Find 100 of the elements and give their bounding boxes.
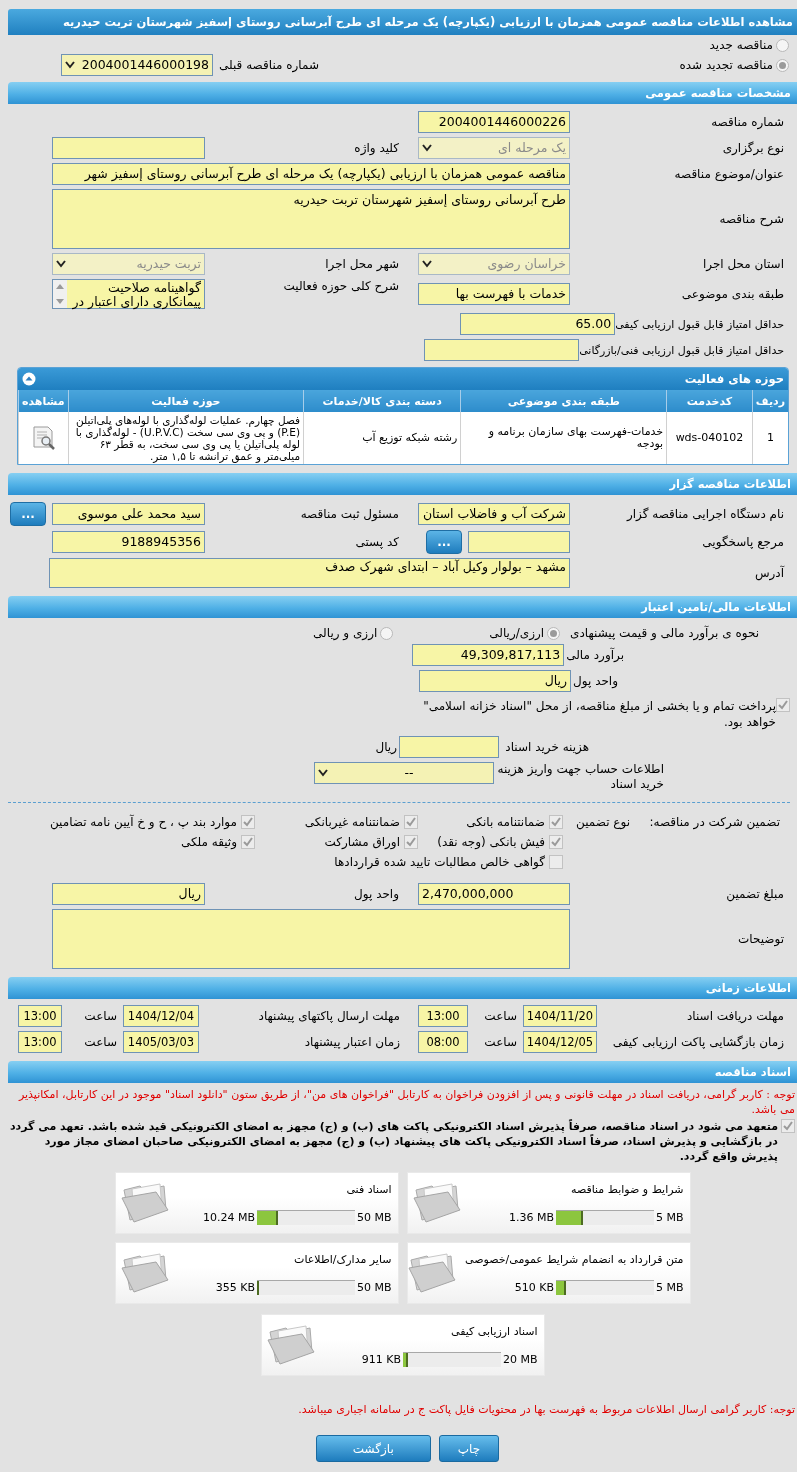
text-field[interactable]: سید محمد علی موسوی — [52, 503, 205, 525]
field-label: کلید واژه — [353, 141, 400, 155]
size-limit: 5 MB — [655, 1281, 684, 1294]
field-label: عنوان/موضوع مناقصه — [673, 167, 785, 181]
text-field[interactable] — [399, 736, 499, 758]
text-field[interactable] — [468, 531, 570, 553]
checkbox[interactable] — [776, 698, 790, 712]
field-label: نام دستگاه اجرایی مناقصه گزار — [625, 507, 785, 521]
text-field[interactable]: مشهد – بولوار وکیل آباد – ابتدای شهرک صدف — [49, 558, 570, 588]
size-limit: 50 MB — [356, 1211, 392, 1224]
chevron-down-icon — [422, 144, 432, 152]
field-label: مسئول ثبت مناقصه — [299, 507, 400, 521]
time-field[interactable]: 13:00 — [418, 1005, 468, 1027]
table-cell: wds-040102 — [666, 412, 753, 464]
file-name: شرایط و ضوابط مناقصه — [570, 1183, 684, 1196]
section-header: اطلاعات زمانی — [8, 977, 797, 999]
radio-option[interactable]: ارزی و ریالی — [313, 626, 394, 640]
radio-option[interactable]: ارزی/ریالی — [489, 626, 561, 640]
checkbox-option[interactable]: اوراق مشارکت — [324, 835, 418, 849]
size-limit: 20 MB — [502, 1353, 538, 1366]
checkmark-icon — [242, 816, 254, 828]
column-header: طبقه بندی موضوعی — [460, 390, 667, 412]
text-field[interactable] — [424, 339, 580, 361]
checkbox-option[interactable]: ضمانتنامه غیربانکی — [304, 815, 418, 829]
section-header: مشخصات مناقصه عمومی — [8, 82, 797, 104]
checkmark-icon — [782, 1120, 794, 1132]
document-search-icon[interactable] — [30, 423, 57, 450]
field-label: تضمین شرکت در مناقصه: — [648, 815, 780, 829]
text-field[interactable]: ریال — [419, 670, 572, 692]
text-field[interactable]: خدمات با فهرست بها — [418, 283, 570, 305]
checkbox-option[interactable]: گواهی خالص مطالبات تایید شده قراردادها — [334, 855, 563, 869]
lookup-button[interactable]: ... — [10, 502, 46, 526]
file-name: اسناد ارزیابی کیفی — [450, 1325, 538, 1338]
file-name: اسناد فنی — [345, 1183, 392, 1196]
checkmark-icon — [242, 836, 254, 848]
panel-title: حوزه های فعالیت — [684, 372, 784, 386]
text-field[interactable]: 49,309,817,113 — [412, 644, 565, 666]
date-field[interactable]: 1404/12/05 — [523, 1031, 597, 1053]
field-label: نحوه ی برآورد مالی و قیمت پیشنهادی — [570, 626, 760, 640]
text-field[interactable]: 2,470,000,000 — [418, 883, 570, 905]
file-size: 510 KB — [514, 1281, 554, 1294]
text-field[interactable] — [52, 137, 205, 159]
field-label: زمان بازگشایی پاکت ارزیابی کیفی — [611, 1035, 785, 1049]
checkbox[interactable] — [781, 1119, 795, 1133]
field-label: حداقل امتیاز قابل قبول ارزیابی کیفی — [615, 317, 785, 331]
file-size: 355 KB — [215, 1281, 255, 1294]
table-cell: 1 — [752, 412, 788, 464]
date-field[interactable]: 1405/03/03 — [123, 1031, 199, 1053]
text-field[interactable]: 9188945356 — [52, 531, 205, 553]
checkbox-option[interactable]: ضمانتنامه بانکی — [466, 815, 563, 829]
column-header: کدخدمت — [666, 390, 753, 412]
chevron-down-icon — [422, 260, 432, 268]
field-label: واحد پول — [353, 887, 400, 901]
text-area[interactable] — [52, 909, 570, 969]
file-size: 911 KB — [361, 1353, 401, 1366]
text-field[interactable]: مناقصه عمومی همزمان با ارزیابی (یکپارچه) یک مرحله ای طرح آبرسانی روستای إسفیز شهر — [52, 163, 570, 185]
dropdown[interactable]: 2004001446000198 — [61, 54, 213, 76]
field-label: نوع برگزاری — [721, 141, 785, 155]
field-label: ساعت — [83, 1035, 118, 1049]
file-name: متن قرارداد به انضمام شرایط عمومی/خصوصی — [465, 1253, 684, 1266]
column-header: دسته بندی کالا/خدمات — [303, 390, 461, 412]
collapse-icon[interactable] — [22, 372, 36, 386]
field-label: شماره مناقصه قبلی — [219, 58, 320, 72]
column-header: مشاهده — [18, 390, 69, 412]
time-field[interactable]: 08:00 — [418, 1031, 468, 1053]
time-field[interactable]: 13:00 — [18, 1005, 62, 1027]
checkbox-option[interactable]: فیش بانکی (وجه نقد) — [437, 835, 563, 849]
radio-option[interactable]: مناقصه جدید — [679, 38, 789, 52]
scrollbar-icon — [53, 280, 67, 308]
date-field[interactable]: 1404/11/20 — [523, 1005, 597, 1027]
list-box[interactable]: گواهینامه صلاحیت پیمانکاری دارای اعتبار در — [52, 279, 205, 309]
text-field[interactable]: ریال — [52, 883, 205, 905]
field-label: هزینه خرید اسناد — [504, 740, 590, 754]
time-field[interactable]: 13:00 — [18, 1031, 62, 1053]
column-header: ردیف — [752, 390, 788, 412]
field-label: حداقل امتیاز قابل قبول ارزیابی فنی/بازرگانی — [579, 343, 785, 357]
checkbox-option[interactable]: موارد بند پ ، ح و خ آیین نامه تضامین — [49, 815, 255, 829]
text-field[interactable]: شرکت آب و فاضلاب استان — [418, 503, 570, 525]
text-field[interactable]: 2004001446000226 — [418, 111, 570, 133]
dropdown[interactable]: -- — [314, 762, 494, 784]
commitment-text: متعهد می شود در اسناد مناقصه، صرفاً پذیرش اسناد الکترونیکی پاکت های (ب) و (ج) مجهز به امضای الکترونیکی قید شده باشد. تعهد می گردد در بازگشایی و پذیرش اسناد، صرفاً اسناد الکترونیکی پاکت های پیشنهاد (ب) و (ج) مجهز به امضای الکترونیکی صاحبان امضای مجاز مورد پذیرش واقع گردد. — [8, 1119, 778, 1164]
field-label: مبلغ تضمین — [725, 887, 785, 901]
checkmark-icon — [405, 836, 417, 848]
field-label: اطلاعات حساب جهت واریز هزینه خرید اسناد — [496, 762, 665, 792]
checkmark-icon — [777, 699, 789, 711]
text-area[interactable]: طرح آبرسانی روستای إسفیز شهرستان تربت حیدریه — [52, 189, 570, 249]
field-label: کد پستی — [354, 535, 400, 549]
checkbox-option[interactable]: وثیقه ملکی — [180, 835, 255, 849]
field-label: شماره مناقصه — [710, 115, 785, 129]
field-label: شهر محل اجرا — [324, 257, 400, 271]
text-field[interactable]: 65.00 — [460, 313, 616, 335]
field-label: توضیحات — [736, 932, 785, 946]
date-field[interactable]: 1404/12/04 — [123, 1005, 199, 1027]
chevron-down-icon — [65, 61, 75, 69]
page-title: مشاهده اطلاعات مناقصه عمومی همزمان با ارزیابی (یکپارچه) یک مرحله ای طرح آبرسانی روستای إسفیز شهرستان تربت حیدریه — [8, 9, 797, 35]
field-label: شرح مناقصه — [718, 212, 785, 226]
radio-option[interactable]: مناقصه تجدید شده — [679, 58, 789, 72]
file-size: 1.36 MB — [508, 1211, 554, 1224]
field-label: مهلت دریافت اسناد — [686, 1009, 785, 1023]
field-label: آدرس — [753, 566, 786, 580]
